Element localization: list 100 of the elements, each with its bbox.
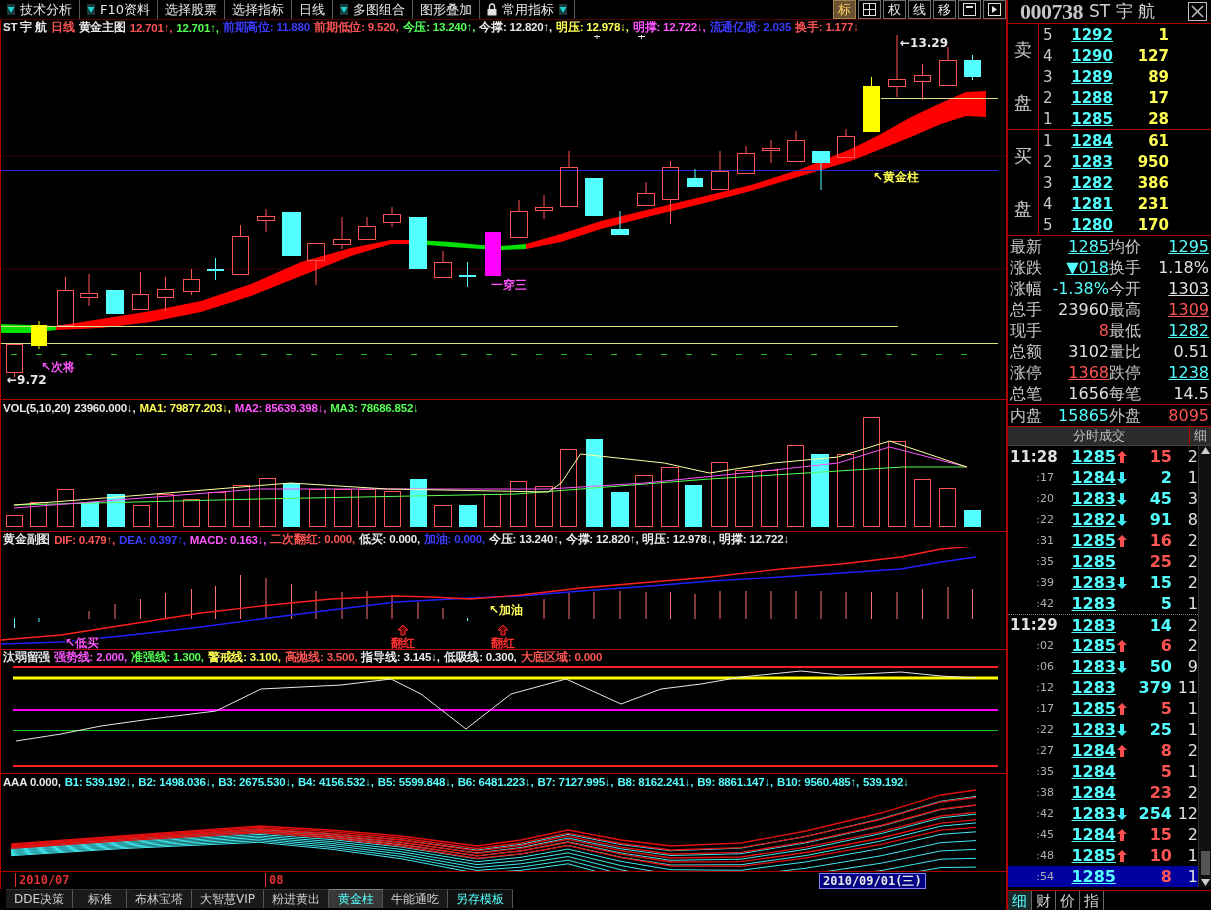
trade-row[interactable]: :54 1285 8 1 xyxy=(1008,866,1198,887)
view-button[interactable]: 标 xyxy=(833,0,856,19)
trade-row[interactable]: :48 1285 10 1 xyxy=(1008,845,1198,866)
quote-label: 最新 xyxy=(1010,236,1043,257)
window-button[interactable] xyxy=(958,0,981,19)
order-volume: 386 xyxy=(1136,173,1169,192)
order-level: 1 xyxy=(1042,131,1054,150)
volume-bar xyxy=(434,505,452,527)
close-icon[interactable] xyxy=(1188,2,1207,21)
order-level: 1 xyxy=(1042,109,1054,128)
template-tab[interactable]: 牛能通吃 xyxy=(383,889,449,908)
legend-text: B1: 539.192↓, xyxy=(64,775,135,788)
view-button[interactable]: 权 xyxy=(883,0,906,19)
candlestick xyxy=(106,290,124,314)
template-tab[interactable]: 标准 xyxy=(73,889,128,908)
trade-count: 2 xyxy=(1187,636,1198,655)
trade-row[interactable]: :22 1282 91 8 xyxy=(1008,509,1198,530)
trade-count: 9 xyxy=(1187,657,1198,676)
trade-time: :45 xyxy=(1035,828,1054,841)
volume-bar xyxy=(309,489,326,527)
legend-text: 明压: 12.978↓, xyxy=(642,532,716,547)
template-tab[interactable]: DDE决策 xyxy=(6,889,74,908)
trade-row[interactable]: 11:28 1285 15 2 xyxy=(1008,446,1198,467)
order-level: 2 xyxy=(1042,152,1054,171)
legend-text: 换手: 1.177↓ xyxy=(795,20,859,35)
trade-time: :06 xyxy=(1035,660,1054,673)
candlestick xyxy=(409,217,427,269)
legend-text: 汰弱留强 xyxy=(3,650,51,665)
trade-row[interactable]: :39 1283 15 2 xyxy=(1008,572,1198,593)
trade-count: 1 xyxy=(1187,699,1198,718)
trade-row[interactable]: :35 1285 25 2 xyxy=(1008,551,1198,572)
trade-row[interactable]: :31 1285 16 2 xyxy=(1008,530,1198,551)
trade-row[interactable]: :27 1284 8 2 xyxy=(1008,740,1198,761)
trade-row[interactable]: :42 1283 254 12 xyxy=(1008,803,1198,824)
candlestick xyxy=(333,216,351,250)
template-tab[interactable]: 黄金柱 xyxy=(329,889,384,908)
trade-time: :02 xyxy=(1035,639,1054,652)
trade-row[interactable]: :06 1283 50 9 xyxy=(1008,656,1198,677)
trade-time: :35 xyxy=(1035,555,1054,568)
scrollbar-thumb[interactable] xyxy=(1200,851,1210,875)
chart-annotation: ↖次将 xyxy=(41,360,76,374)
trade-row[interactable]: :17 1285 5 1 xyxy=(1008,698,1198,719)
legend-text: 明撑: 12.722↓, xyxy=(632,20,706,35)
trade-row[interactable]: :35 1284 5 1 xyxy=(1008,761,1198,782)
order-price: 1282 xyxy=(1070,173,1113,192)
legend-text: 今撑: 12.820↑, xyxy=(565,532,639,547)
trade-row[interactable]: :17 1284 2 1 xyxy=(1008,467,1198,488)
template-tab[interactable]: 大智慧VIP xyxy=(192,889,265,908)
trade-row[interactable]: :12 1283 379 11 xyxy=(1008,677,1198,698)
trade-row[interactable]: :42 1283 5 1 xyxy=(1008,593,1198,614)
trade-volume: 14 xyxy=(1149,615,1172,635)
trade-row[interactable]: :20 1283 45 3 xyxy=(1008,488,1198,509)
quote-value: 8095 xyxy=(1167,405,1209,426)
trade-volume: 5 xyxy=(1160,594,1172,613)
scrollbar[interactable] xyxy=(1198,446,1211,887)
side-label: 盘 xyxy=(1014,196,1032,221)
view-button[interactable]: 线 xyxy=(908,0,931,19)
legend-text: DEA: 0.397↑, xyxy=(119,533,186,546)
view-button[interactable]: 移 xyxy=(933,0,956,19)
candlestick xyxy=(812,151,830,191)
quote-value: 3102 xyxy=(1067,341,1109,362)
candlestick xyxy=(687,168,703,187)
next-button[interactable] xyxy=(983,0,1006,19)
trade-volume: 23 xyxy=(1149,783,1172,802)
trade-row[interactable]: :45 1284 15 2 xyxy=(1008,824,1198,845)
candlestick xyxy=(637,181,655,206)
trade-count: 1 xyxy=(1187,720,1198,739)
legend-text: B10: 9560.485↑, xyxy=(777,775,860,788)
quote-value: 1.18% xyxy=(1157,257,1209,278)
quote-value: 1295 xyxy=(1167,236,1209,257)
volume-bar xyxy=(735,470,753,527)
template-tab[interactable]: 粉进黄出 xyxy=(264,889,330,908)
trade-price: 1284 xyxy=(1071,783,1116,802)
trade-count: 1 xyxy=(1187,594,1198,613)
date-label: 08 xyxy=(265,873,287,887)
trade-row[interactable]: :22 1283 25 1 xyxy=(1008,719,1198,740)
legend-text: 二次翻红: 0.000, xyxy=(270,532,355,547)
trade-price: 1283 xyxy=(1071,594,1116,613)
template-button[interactable]: 另存模板 xyxy=(448,889,514,908)
grid-button[interactable] xyxy=(858,0,881,19)
quote-value: 14.5 xyxy=(1172,383,1209,404)
trade-row[interactable]: :38 1284 23 2 xyxy=(1008,782,1198,803)
order-volume: 17 xyxy=(1147,88,1169,107)
trade-count: 2 xyxy=(1187,615,1198,635)
side-tab[interactable]: 细 xyxy=(1008,891,1032,910)
plus-marker-icon xyxy=(637,35,646,40)
up-arrow-icon[interactable] xyxy=(1199,446,1211,455)
dropdown-arrow-icon xyxy=(340,4,349,15)
lock-icon xyxy=(487,3,498,16)
down-arrow-icon[interactable] xyxy=(1199,878,1211,887)
template-tab[interactable]: 布林宝塔 xyxy=(127,889,193,908)
trade-row[interactable]: :02 1285 6 2 xyxy=(1008,635,1198,656)
trade-volume: 25 xyxy=(1149,720,1172,739)
volume-bar xyxy=(635,475,653,527)
trade-time: :31 xyxy=(1035,534,1054,547)
trade-volume: 15 xyxy=(1149,825,1172,844)
trade-price: 1283 xyxy=(1071,678,1116,697)
trade-time: :48 xyxy=(1035,849,1054,862)
candlestick xyxy=(257,208,275,233)
legend-text: B3: 2675.530↓, xyxy=(218,775,294,788)
